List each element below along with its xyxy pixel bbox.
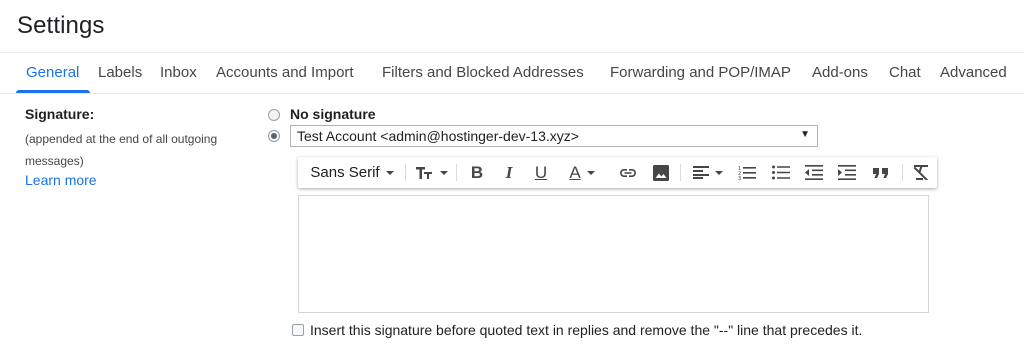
remove-formatting-icon[interactable] [908, 157, 934, 188]
indent-less-icon[interactable] [801, 157, 827, 188]
quote-icon[interactable] [868, 157, 894, 188]
tab-forwarding[interactable]: Forwarding and POP/IMAP [610, 64, 791, 81]
toolbar-divider [405, 164, 406, 181]
font-family-caret-icon [385, 170, 394, 175]
image-icon[interactable] [648, 157, 674, 188]
signature-description: (appended at the end of all outgoing mes… [25, 132, 218, 168]
page-title: Settings [17, 12, 105, 39]
bulleted-list-icon[interactable] [768, 157, 794, 188]
align-icon[interactable] [688, 157, 728, 188]
text-color-caret-icon [586, 170, 595, 175]
italic-icon[interactable]: I [496, 157, 522, 188]
settings-tabs: General Labels Inbox Accounts and Import… [0, 52, 1024, 94]
signature-label: Signature: [25, 106, 95, 122]
toolbar-divider [680, 164, 681, 181]
insert-before-quoted-label: Insert this signature before quoted text… [310, 322, 863, 338]
link-icon[interactable] [615, 157, 641, 188]
account-signature-radio[interactable] [268, 130, 280, 142]
tab-labels[interactable]: Labels [98, 64, 142, 81]
font-size-caret-icon [440, 170, 448, 175]
font-family-label: Sans Serif [310, 164, 380, 181]
active-tab-indicator [16, 90, 90, 93]
signature-account-value: Test Account <admin@hostinger-dev-13.xyz… [297, 128, 579, 144]
no-signature-label: No signature [290, 106, 376, 122]
tab-chat[interactable]: Chat [889, 64, 921, 81]
text-color-icon[interactable]: A [562, 157, 602, 188]
learn-more-link[interactable]: Learn more [25, 172, 97, 188]
toolbar-divider [456, 164, 457, 181]
insert-before-quoted-checkbox[interactable] [292, 324, 304, 336]
font-size-icon[interactable] [412, 157, 452, 188]
tab-inbox[interactable]: Inbox [160, 64, 197, 81]
toolbar-divider [902, 164, 903, 181]
align-caret-icon [715, 170, 723, 175]
tab-general[interactable]: General [26, 64, 79, 81]
underline-icon[interactable]: U [528, 157, 554, 188]
dropdown-arrow-icon: ▼ [800, 129, 810, 140]
font-family-select[interactable]: Sans Serif [304, 157, 400, 188]
formatting-toolbar: Sans Serif B I U A 123 [298, 157, 937, 188]
tab-advanced[interactable]: Advanced [940, 64, 1007, 81]
signature-editor[interactable] [298, 195, 929, 313]
signature-account-select[interactable]: Test Account <admin@hostinger-dev-13.xyz… [290, 125, 818, 147]
bold-icon[interactable]: B [464, 157, 490, 188]
tab-add-ons[interactable]: Add-ons [812, 64, 868, 81]
no-signature-radio[interactable] [268, 109, 280, 121]
svg-text:3: 3 [738, 176, 741, 181]
numbered-list-icon[interactable]: 123 [734, 157, 760, 188]
tab-filters[interactable]: Filters and Blocked Addresses [382, 64, 584, 81]
tab-accounts-and-import[interactable]: Accounts and Import [216, 64, 354, 81]
indent-more-icon[interactable] [834, 157, 860, 188]
